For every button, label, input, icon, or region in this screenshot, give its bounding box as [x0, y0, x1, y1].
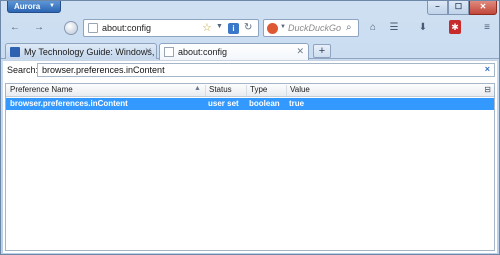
url-history-dropdown-icon[interactable]: ▼	[216, 23, 223, 30]
blank-page-icon	[164, 47, 174, 57]
column-header-name[interactable]: Preference Name	[10, 85, 200, 96]
forward-button[interactable]: →	[31, 20, 47, 36]
forward-arrow-icon: →	[34, 22, 44, 33]
url-text[interactable]: about:config	[102, 23, 151, 33]
site-identity-icon[interactable]	[64, 21, 78, 35]
table-row[interactable]: browser.preferences.inContent user set b…	[6, 98, 494, 110]
minimize-icon: –	[435, 2, 440, 11]
app-menu-label: Aurora	[14, 2, 41, 11]
url-bar[interactable]: about:config ☆ ▼ i ↻	[83, 19, 259, 37]
info-icon[interactable]: i	[228, 23, 239, 34]
chevron-down-icon: ▼	[49, 3, 55, 9]
tab-my-technology-guide[interactable]: My Technology Guide: Windows, Ma... ✕	[5, 43, 157, 59]
column-header-value[interactable]: Value	[286, 85, 476, 96]
maximize-button[interactable]: ☐	[448, 1, 469, 15]
cell-value: true	[289, 99, 305, 108]
cell-type: boolean	[249, 99, 280, 108]
new-tab-button[interactable]: +	[313, 44, 331, 58]
tab-title: My Technology Guide: Windows, Ma...	[24, 47, 154, 57]
tab-title: about:config	[178, 47, 228, 57]
plus-icon: +	[318, 45, 326, 57]
engine-dropdown-icon[interactable]: ▼	[280, 24, 286, 30]
back-button[interactable]: ←	[7, 20, 23, 36]
search-icon[interactable]: ⌕	[346, 22, 352, 33]
page-favicon-icon	[88, 23, 98, 33]
app-menu-button[interactable]: Aurora ▼	[7, 1, 61, 13]
close-icon: ✕	[479, 2, 487, 11]
search-value[interactable]: browser.preferences.inContent	[42, 65, 165, 75]
close-icon[interactable]: ✕	[144, 46, 152, 57]
downloads-icon[interactable]: ⬇	[417, 22, 429, 34]
search-placeholder[interactable]: DuckDuckGo	[288, 23, 341, 33]
toolbar-overflow-icon[interactable]: ≡	[481, 22, 493, 34]
addon-toolbar-icon[interactable]: ✱	[449, 20, 461, 34]
navigation-toolbar: ← → about:config ☆ ▼ i ↻ ▼ DuckDuckGo ⌕ …	[1, 16, 499, 40]
config-search-input[interactable]: browser.preferences.inContent ×	[37, 63, 495, 77]
close-window-button[interactable]: ✕	[469, 1, 497, 15]
sort-ascending-icon: ▲	[194, 85, 201, 92]
tab-strip: My Technology Guide: Windows, Ma... ✕ ab…	[1, 41, 499, 60]
bookmark-star-icon[interactable]: ☆	[202, 21, 212, 34]
table-header: Preference Name ▲ Status Type Value ⊟	[6, 84, 494, 97]
site-favicon-icon	[10, 47, 20, 57]
cell-status: user set	[208, 99, 239, 108]
search-label: Search:	[7, 65, 39, 75]
home-icon[interactable]: ⌂	[367, 22, 379, 34]
close-icon[interactable]: ✕	[296, 46, 304, 57]
tab-about-config[interactable]: about:config ✕	[159, 43, 309, 60]
search-bar[interactable]: ▼ DuckDuckGo ⌕	[263, 19, 359, 37]
duckduckgo-engine-icon[interactable]	[267, 23, 278, 34]
minimize-button[interactable]: –	[427, 1, 448, 15]
column-header-status[interactable]: Status	[205, 85, 245, 96]
maximize-icon: ☐	[454, 2, 463, 11]
column-picker-icon[interactable]: ⊟	[484, 85, 491, 94]
reload-icon[interactable]: ↻	[244, 22, 252, 33]
browser-window: Aurora ▼ – ☐ ✕ ← → about:config ☆ ▼ i ↻ …	[0, 0, 500, 255]
bookmarks-menu-icon[interactable]: ☰	[387, 22, 401, 34]
column-header-type[interactable]: Type	[246, 85, 286, 96]
back-arrow-icon: ←	[10, 22, 20, 33]
preferences-table: Preference Name ▲ Status Type Value ⊟ br…	[5, 83, 495, 251]
config-search-row: Search: browser.preferences.inContent ×	[3, 61, 497, 79]
clear-search-icon[interactable]: ×	[485, 64, 490, 74]
cell-preference-name: browser.preferences.inContent	[10, 99, 128, 108]
about-config-page: Search: browser.preferences.inContent × …	[3, 60, 497, 253]
